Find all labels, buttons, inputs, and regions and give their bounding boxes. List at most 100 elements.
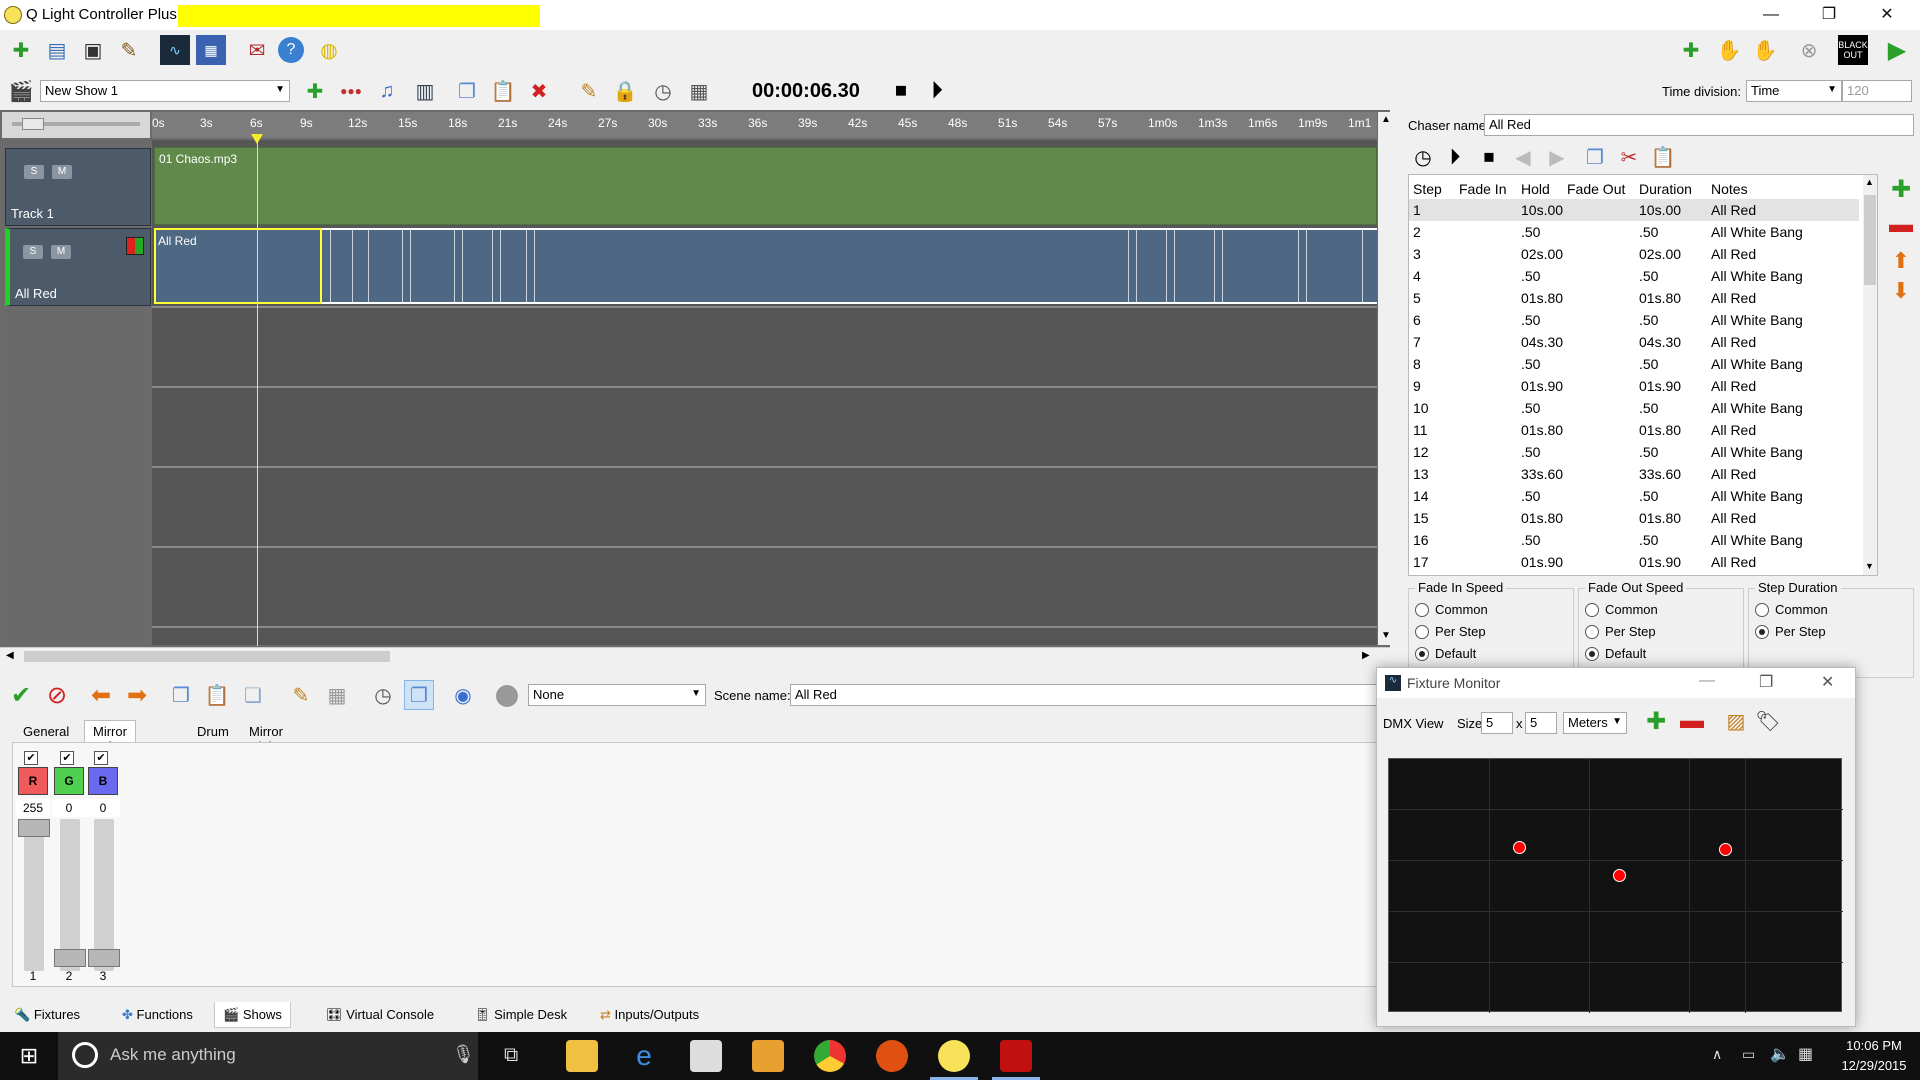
new-workspace-icon[interactable]: ✚ — [6, 35, 36, 65]
tab-mirror-right[interactable]: Mirror Right — [240, 720, 292, 754]
channel-value[interactable]: 255 — [16, 799, 50, 817]
edge-icon[interactable]: e — [628, 1040, 660, 1072]
qlc-taskbar-icon[interactable] — [930, 1040, 978, 1080]
table-row[interactable]: 14 .50 .50 All White Bang — [1409, 485, 1859, 507]
fixture-group-select[interactable]: None ▼ — [528, 684, 706, 706]
dmx-dump-icon[interactable]: ✚ — [1676, 35, 1706, 65]
network-icon[interactable]: ▦ — [1798, 1044, 1813, 1064]
fixture-dot[interactable] — [1513, 841, 1526, 854]
tab-fixtures[interactable]: 🔦 Fixtures — [6, 1002, 88, 1028]
preview-stop-icon[interactable]: ⏹ — [1474, 142, 1504, 172]
zoom-slider-handle[interactable] — [22, 118, 44, 130]
column-header[interactable]: Fade In — [1459, 181, 1506, 197]
blackout-button[interactable]: BLACK OUT — [1838, 35, 1868, 65]
scroll-thumb[interactable] — [24, 651, 390, 662]
fade-out-common-radio[interactable] — [1585, 603, 1599, 617]
move-up-icon[interactable]: ⬆ — [1886, 246, 1916, 276]
save-as-icon[interactable]: ✎ — [114, 35, 144, 65]
column-header[interactable]: Fade Out — [1567, 181, 1625, 197]
enable-all-icon[interactable]: ✔ — [6, 680, 36, 710]
dump-icon[interactable]: ✉ — [242, 35, 272, 65]
add-sequence-icon[interactable]: ●●● — [336, 76, 366, 106]
lock-icon[interactable]: 🔒 — [610, 76, 640, 106]
speed-dial-icon[interactable]: ◷ — [1408, 142, 1438, 172]
task-view-icon[interactable]: ⧉ — [504, 1044, 518, 1067]
add-track-icon[interactable]: ✚ — [300, 76, 330, 106]
about-icon[interactable]: ◍ — [314, 35, 344, 65]
snap-grid-icon[interactable]: ▦ — [684, 76, 714, 106]
cortana-search[interactable]: Ask me anything 🎙 — [58, 1032, 478, 1080]
cut-step-icon[interactable]: ✂ — [1614, 142, 1644, 172]
labels-toggle-icon[interactable]: 🏷 — [1753, 706, 1783, 736]
column-header[interactable]: Duration — [1639, 181, 1692, 197]
mute-button[interactable]: M — [51, 245, 71, 259]
size-y-spinbox[interactable]: 5 — [1525, 712, 1557, 734]
track-header[interactable]: S M All Red — [5, 228, 151, 306]
record-icon[interactable] — [496, 685, 518, 707]
table-row[interactable]: 10 .50 .50 All White Bang — [1409, 397, 1859, 419]
background-image-icon[interactable]: ▨ — [1721, 706, 1751, 736]
battery-icon[interactable]: ▭ — [1742, 1046, 1755, 1063]
scene-name-field[interactable]: All Red — [790, 684, 1380, 706]
tab-simple-desk[interactable]: 🎚 Simple Desk — [466, 1002, 575, 1028]
play-icon[interactable]: ⏵ — [922, 76, 952, 106]
timeline-vertical-scrollbar[interactable]: ▲ ▼ — [1378, 112, 1394, 645]
solo-button[interactable]: S — [23, 245, 43, 259]
channel-enable-checkbox[interactable]: ✔ — [94, 751, 108, 765]
duration-common-radio[interactable] — [1755, 603, 1769, 617]
solo-button[interactable]: S — [24, 165, 44, 179]
slider-track[interactable] — [24, 819, 44, 971]
chevron-up-icon[interactable]: ∧ — [1712, 1046, 1722, 1063]
slider-handle[interactable] — [18, 819, 50, 837]
chaser-item[interactable]: All Red — [154, 228, 1377, 304]
scroll-left-icon[interactable]: ◀ — [6, 650, 14, 661]
table-row[interactable]: 2 .50 .50 All White Bang — [1409, 221, 1859, 243]
next-fixture-icon[interactable]: ➡ — [122, 680, 152, 710]
copy-step-icon[interactable]: ❐ — [1580, 142, 1610, 172]
blind-mode-icon[interactable]: ◉ — [448, 680, 478, 710]
disable-all-icon[interactable]: ⊘ — [42, 680, 72, 710]
tab-drum[interactable]: Drum — [188, 720, 238, 742]
next-step-icon[interactable]: ▶ — [1542, 142, 1572, 172]
unit-select[interactable]: Meters ▼ — [1563, 712, 1627, 734]
copy-values-icon[interactable]: ❐ — [166, 680, 196, 710]
stop-all-icon[interactable]: ⊗ — [1794, 35, 1824, 65]
scroll-down-icon[interactable]: ▼ — [1381, 630, 1391, 641]
steps-scrollbar[interactable]: ▲ ▼ — [1863, 175, 1877, 575]
color-icon[interactable]: ✎ — [574, 76, 604, 106]
tab-functions[interactable]: ✤ Functions — [114, 1002, 201, 1028]
show-select[interactable]: New Show 1 ▼ — [40, 80, 290, 102]
help-icon[interactable]: ? — [278, 37, 304, 63]
table-row[interactable]: 13 33s.60 33s.60 All Red — [1409, 463, 1859, 485]
add-video-icon[interactable]: ▥ — [410, 76, 440, 106]
timing-icon[interactable]: ◷ — [648, 76, 678, 106]
chaser-steps-table[interactable]: Step Fade In Hold Fade Out Duration Note… — [1408, 174, 1878, 576]
column-header[interactable]: Step — [1413, 181, 1442, 197]
channel-value[interactable]: 0 — [52, 799, 86, 817]
fade-in-common-radio[interactable] — [1415, 603, 1429, 617]
stop-icon[interactable]: ⏹ — [886, 76, 916, 106]
scroll-down-icon[interactable]: ▼ — [1865, 561, 1874, 571]
cursor-head-icon[interactable] — [251, 134, 263, 144]
add-fixture-icon[interactable]: ✚ — [1641, 706, 1671, 736]
add-step-icon[interactable]: ✚ — [1886, 174, 1916, 204]
table-row[interactable]: 5 01s.80 01s.80 All Red — [1409, 287, 1859, 309]
scroll-up-icon[interactable]: ▲ — [1865, 177, 1874, 187]
delete-icon[interactable]: ✖ — [524, 76, 554, 106]
table-row[interactable]: 4 .50 .50 All White Bang — [1409, 265, 1859, 287]
run-mode-icon[interactable]: ▶ — [1882, 35, 1912, 65]
column-header[interactable]: Hold — [1521, 181, 1550, 197]
scroll-right-icon[interactable]: ▶ — [1362, 650, 1370, 661]
paste-step-icon[interactable]: 📋 — [1648, 142, 1678, 172]
remove-fixture-icon[interactable]: ▬ — [1677, 706, 1707, 736]
time-ruler[interactable]: 0s 3s 6s 9s 12s 15s 18s 21s 24s 27s 30s … — [152, 112, 1377, 138]
channel-value[interactable]: 0 — [86, 799, 120, 817]
fixture-dot[interactable] — [1613, 869, 1626, 882]
microphone-icon[interactable]: 🎙 — [452, 1044, 475, 1065]
dmx-monitor-icon[interactable]: ∿ — [160, 35, 190, 65]
table-row[interactable]: 1 10s.00 10s.00 All Red — [1409, 199, 1859, 221]
file-explorer-icon[interactable] — [566, 1040, 598, 1072]
channel-preset-button[interactable]: R — [18, 767, 48, 795]
fade-out-per-step-radio[interactable] — [1585, 625, 1599, 639]
scroll-up-icon[interactable]: ▲ — [1381, 114, 1391, 125]
